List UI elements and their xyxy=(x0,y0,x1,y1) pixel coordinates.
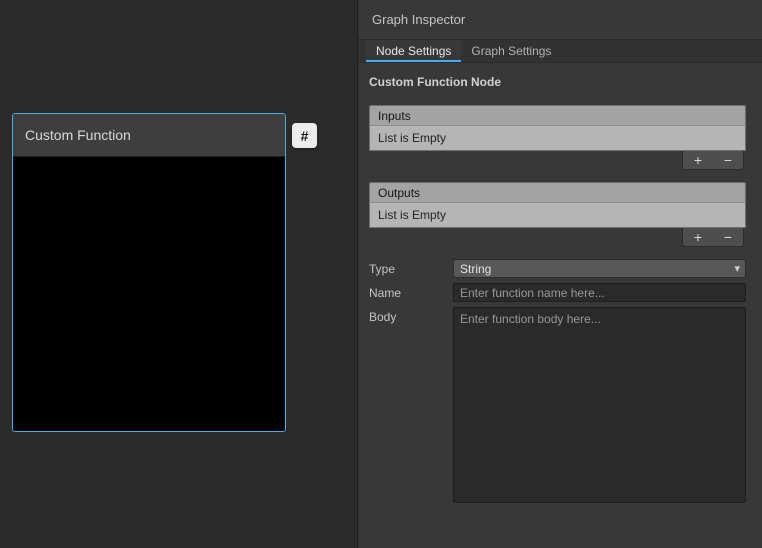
inputs-list: Inputs List is Empty + − xyxy=(369,105,746,170)
body-field-row: Body xyxy=(369,307,746,503)
inspector-title: Graph Inspector xyxy=(372,12,465,27)
inputs-empty-label: List is Empty xyxy=(378,131,446,145)
outputs-list-header: Outputs xyxy=(369,182,746,203)
outputs-list-footer: + − xyxy=(369,228,746,247)
outputs-list: Outputs List is Empty + − xyxy=(369,182,746,247)
name-label: Name xyxy=(369,283,453,300)
tab-graph-settings[interactable]: Graph Settings xyxy=(461,40,561,62)
node-settings-fields: Type String ▾ Name Body xyxy=(369,259,746,503)
body-label: Body xyxy=(369,307,453,324)
name-field-row: Name xyxy=(369,283,746,302)
outputs-list-title: Outputs xyxy=(378,186,420,200)
section-title: Custom Function Node xyxy=(369,75,750,89)
outputs-list-buttons: + − xyxy=(682,228,744,247)
outputs-remove-button[interactable]: − xyxy=(713,229,743,245)
type-field-row: Type String ▾ xyxy=(369,259,746,278)
function-name-input[interactable] xyxy=(453,283,746,302)
type-dropdown-value: String xyxy=(460,262,491,276)
node-title-label: Custom Function xyxy=(25,127,131,143)
chevron-down-icon: ▾ xyxy=(734,262,740,275)
inspector-tab-bar: Node Settings Graph Settings xyxy=(358,40,762,63)
type-label: Type xyxy=(369,259,453,276)
inputs-add-button[interactable]: + xyxy=(683,152,713,168)
hash-icon: # xyxy=(301,128,309,144)
outputs-empty-label: List is Empty xyxy=(378,208,446,222)
outputs-list-empty-row: List is Empty xyxy=(369,203,746,228)
outputs-add-button[interactable]: + xyxy=(683,229,713,245)
inputs-list-header: Inputs xyxy=(369,105,746,126)
node-title-bar: Custom Function xyxy=(13,114,285,157)
function-body-input[interactable] xyxy=(453,307,746,503)
custom-function-node[interactable]: Custom Function xyxy=(12,113,286,432)
inputs-list-footer: + − xyxy=(369,151,746,170)
inputs-list-empty-row: List is Empty xyxy=(369,126,746,151)
inputs-list-buttons: + − xyxy=(682,151,744,170)
inputs-list-title: Inputs xyxy=(378,109,411,123)
inspector-header: Graph Inspector xyxy=(358,0,762,40)
inputs-remove-button[interactable]: − xyxy=(713,152,743,168)
type-dropdown[interactable]: String ▾ xyxy=(453,259,746,278)
graph-inspector-panel: Graph Inspector Node Settings Graph Sett… xyxy=(357,0,762,548)
graph-canvas[interactable]: Custom Function # xyxy=(0,0,357,548)
node-body xyxy=(13,157,285,431)
hash-badge-button[interactable]: # xyxy=(292,123,317,148)
tab-node-settings[interactable]: Node Settings xyxy=(366,40,461,62)
